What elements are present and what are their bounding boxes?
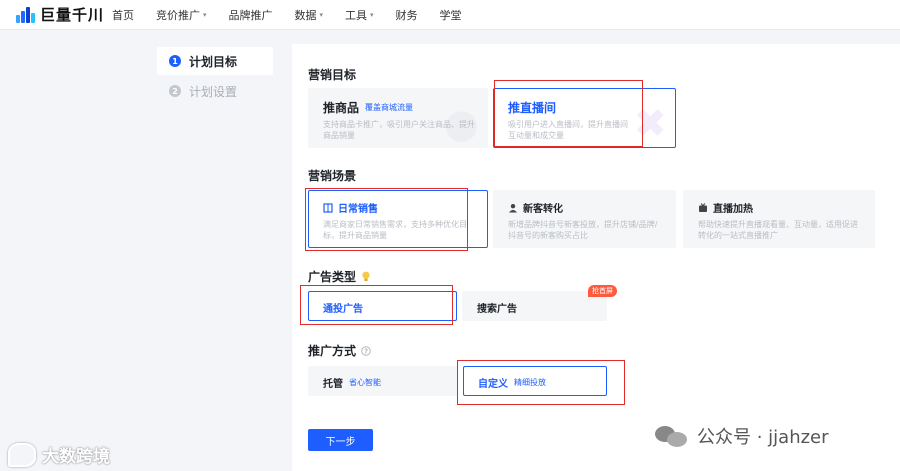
watermark-logo-icon bbox=[8, 442, 36, 467]
nav-item-academy[interactable]: 学堂 bbox=[440, 7, 462, 23]
help-icon: ? bbox=[361, 345, 371, 356]
svg-text:?: ? bbox=[364, 347, 368, 355]
step-plan-settings[interactable]: 2 计划设置 bbox=[157, 77, 273, 105]
next-step-button[interactable]: 下一步 bbox=[308, 429, 373, 451]
section-title-ad-type: 广告类型 bbox=[308, 268, 371, 285]
option-tag: 省心智能 bbox=[349, 378, 381, 387]
chevron-down-icon: ▾ bbox=[319, 10, 324, 19]
bulb-icon bbox=[362, 271, 370, 281]
option-tag: 覆盖商城流量 bbox=[365, 103, 414, 112]
nav-item-home[interactable]: 首页 bbox=[112, 7, 134, 23]
annotation-box bbox=[305, 188, 468, 251]
annotation-box bbox=[300, 285, 453, 325]
option-desc: 帮助快速提升直播观看量、互动量，适用促进转化的一站式直播推广 bbox=[698, 220, 858, 240]
plan-goal-panel: 营销目标 ● 推商品 覆盖商城流量 支持商品卡推广，吸引用户关注商品、提升商品销… bbox=[292, 44, 900, 471]
section-title-promo-method: 推广方式 ? bbox=[308, 342, 371, 359]
option-desc: 支持商品卡推广，吸引用户关注商品、提升商品销量 bbox=[323, 120, 475, 140]
logo-bars-icon bbox=[16, 6, 36, 23]
ad-type-option-search[interactable]: 搜索广告 bbox=[462, 291, 607, 321]
nav-item-finance[interactable]: 财务 bbox=[396, 7, 418, 23]
nav-menu: 首页 竞价推广 ▾ 品牌推广 数据 ▾ 工具 ▾ 财务 学堂 bbox=[112, 7, 484, 23]
option-desc: 新增品牌抖音号新客投放，提升店铺/品牌/抖音号的新客购买占比 bbox=[508, 220, 658, 240]
user-icon bbox=[509, 203, 517, 212]
brand-logo[interactable]: 巨量千川 bbox=[16, 4, 112, 25]
scene-option-live-boost[interactable]: 直播加热 帮助快速提升直播观看量、互动量，适用促进转化的一站式直播推广 bbox=[683, 190, 875, 248]
step-number-icon: 1 bbox=[169, 55, 181, 67]
step-number-icon: 2 bbox=[169, 85, 181, 97]
step-plan-goal[interactable]: 1 计划目标 bbox=[157, 47, 273, 75]
scene-option-new-customer[interactable]: 新客转化 新增品牌抖音号新客投放，提升店铺/品牌/抖音号的新客购买占比 bbox=[493, 190, 676, 248]
chevron-down-icon: ▾ bbox=[370, 10, 374, 19]
nav-item-brand[interactable]: 品牌推广 bbox=[229, 7, 273, 23]
hot-badge: 抢首屏 bbox=[588, 285, 617, 297]
option-title: 托管 bbox=[323, 379, 343, 390]
option-title: 新客转化 bbox=[523, 204, 563, 215]
tv-icon bbox=[699, 202, 707, 212]
step-label: 计划目标 bbox=[189, 54, 238, 69]
promo-option-managed[interactable]: 托管 省心智能 bbox=[308, 366, 458, 396]
annotation-box bbox=[494, 80, 643, 147]
annotation-box bbox=[457, 360, 625, 405]
watermark-left: 大数跨境 bbox=[8, 442, 110, 467]
nav-item-bidding[interactable]: 竞价推广 ▾ bbox=[156, 7, 207, 23]
step-label: 计划设置 bbox=[189, 84, 238, 99]
section-title-marketing-goal: 营销目标 bbox=[308, 68, 357, 82]
wechat-icon bbox=[655, 424, 689, 448]
goal-option-product[interactable]: ● 推商品 覆盖商城流量 支持商品卡推广，吸引用户关注商品、提升商品销量 bbox=[308, 88, 488, 148]
option-title: 推商品 bbox=[323, 101, 360, 115]
top-nav: 巨量千川 首页 竞价推广 ▾ 品牌推广 数据 ▾ 工具 ▾ 财务 学堂 bbox=[0, 0, 900, 30]
watermark-right: 公众号 · jjahzer bbox=[655, 423, 829, 449]
option-title: 搜索广告 bbox=[477, 304, 517, 315]
chevron-down-icon: ▾ bbox=[203, 10, 207, 19]
step-nav: 1 计划目标 2 计划设置 bbox=[157, 47, 273, 105]
option-title: 直播加热 bbox=[713, 204, 753, 215]
section-title-scene: 营销场景 bbox=[308, 169, 357, 183]
nav-item-data[interactable]: 数据 ▾ bbox=[295, 7, 324, 23]
brand-name: 巨量千川 bbox=[40, 6, 105, 24]
nav-item-tools[interactable]: 工具 ▾ bbox=[345, 7, 374, 23]
